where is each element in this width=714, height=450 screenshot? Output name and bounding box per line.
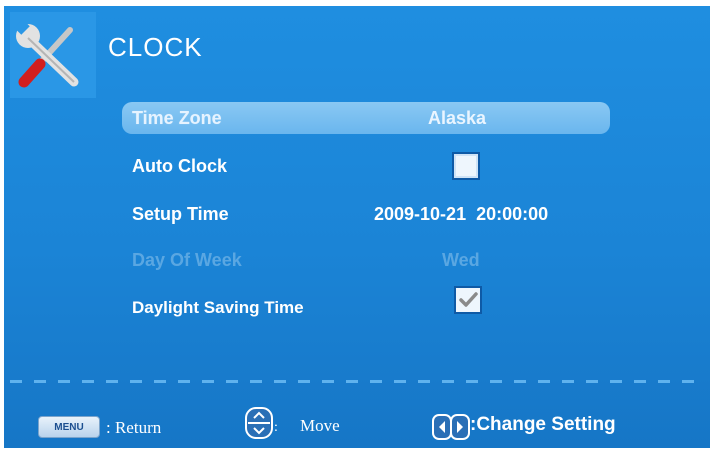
clock-menu-screen: CLOCK Time Zone Alaska Auto Clock Setup … [4,6,710,448]
day-of-week-value: Wed [442,250,480,270]
time-zone-value[interactable]: Alaska [428,108,486,129]
left-arrow-key-icon[interactable] [432,414,452,445]
move-colon: : [274,420,278,435]
auto-clock-checkbox[interactable] [452,152,480,180]
daylight-saving-label[interactable]: Daylight Saving Time [132,298,304,318]
day-of-week-label: Day Of Week [132,250,242,270]
time-zone-label[interactable]: Time Zone [132,108,222,129]
up-down-key-icon[interactable] [244,406,274,445]
tools-icon [10,12,96,98]
page-title: CLOCK [108,32,203,62]
auto-clock-label[interactable]: Auto Clock [132,156,227,177]
return-hint: : Return [106,418,162,437]
check-icon [459,292,478,307]
setup-time-value[interactable]: 2009-10-21 20:00:00 [374,204,548,225]
menu-key-label: MENU [54,421,84,433]
daylight-saving-checkbox[interactable] [454,286,482,314]
setup-time-label[interactable]: Setup Time [132,204,229,225]
menu-key-icon[interactable]: MENU [38,416,100,438]
footer-separator [10,380,704,383]
move-hint: Move [300,416,340,435]
change-setting-hint: :Change Setting [470,414,616,435]
right-arrow-key-icon[interactable] [450,414,470,445]
